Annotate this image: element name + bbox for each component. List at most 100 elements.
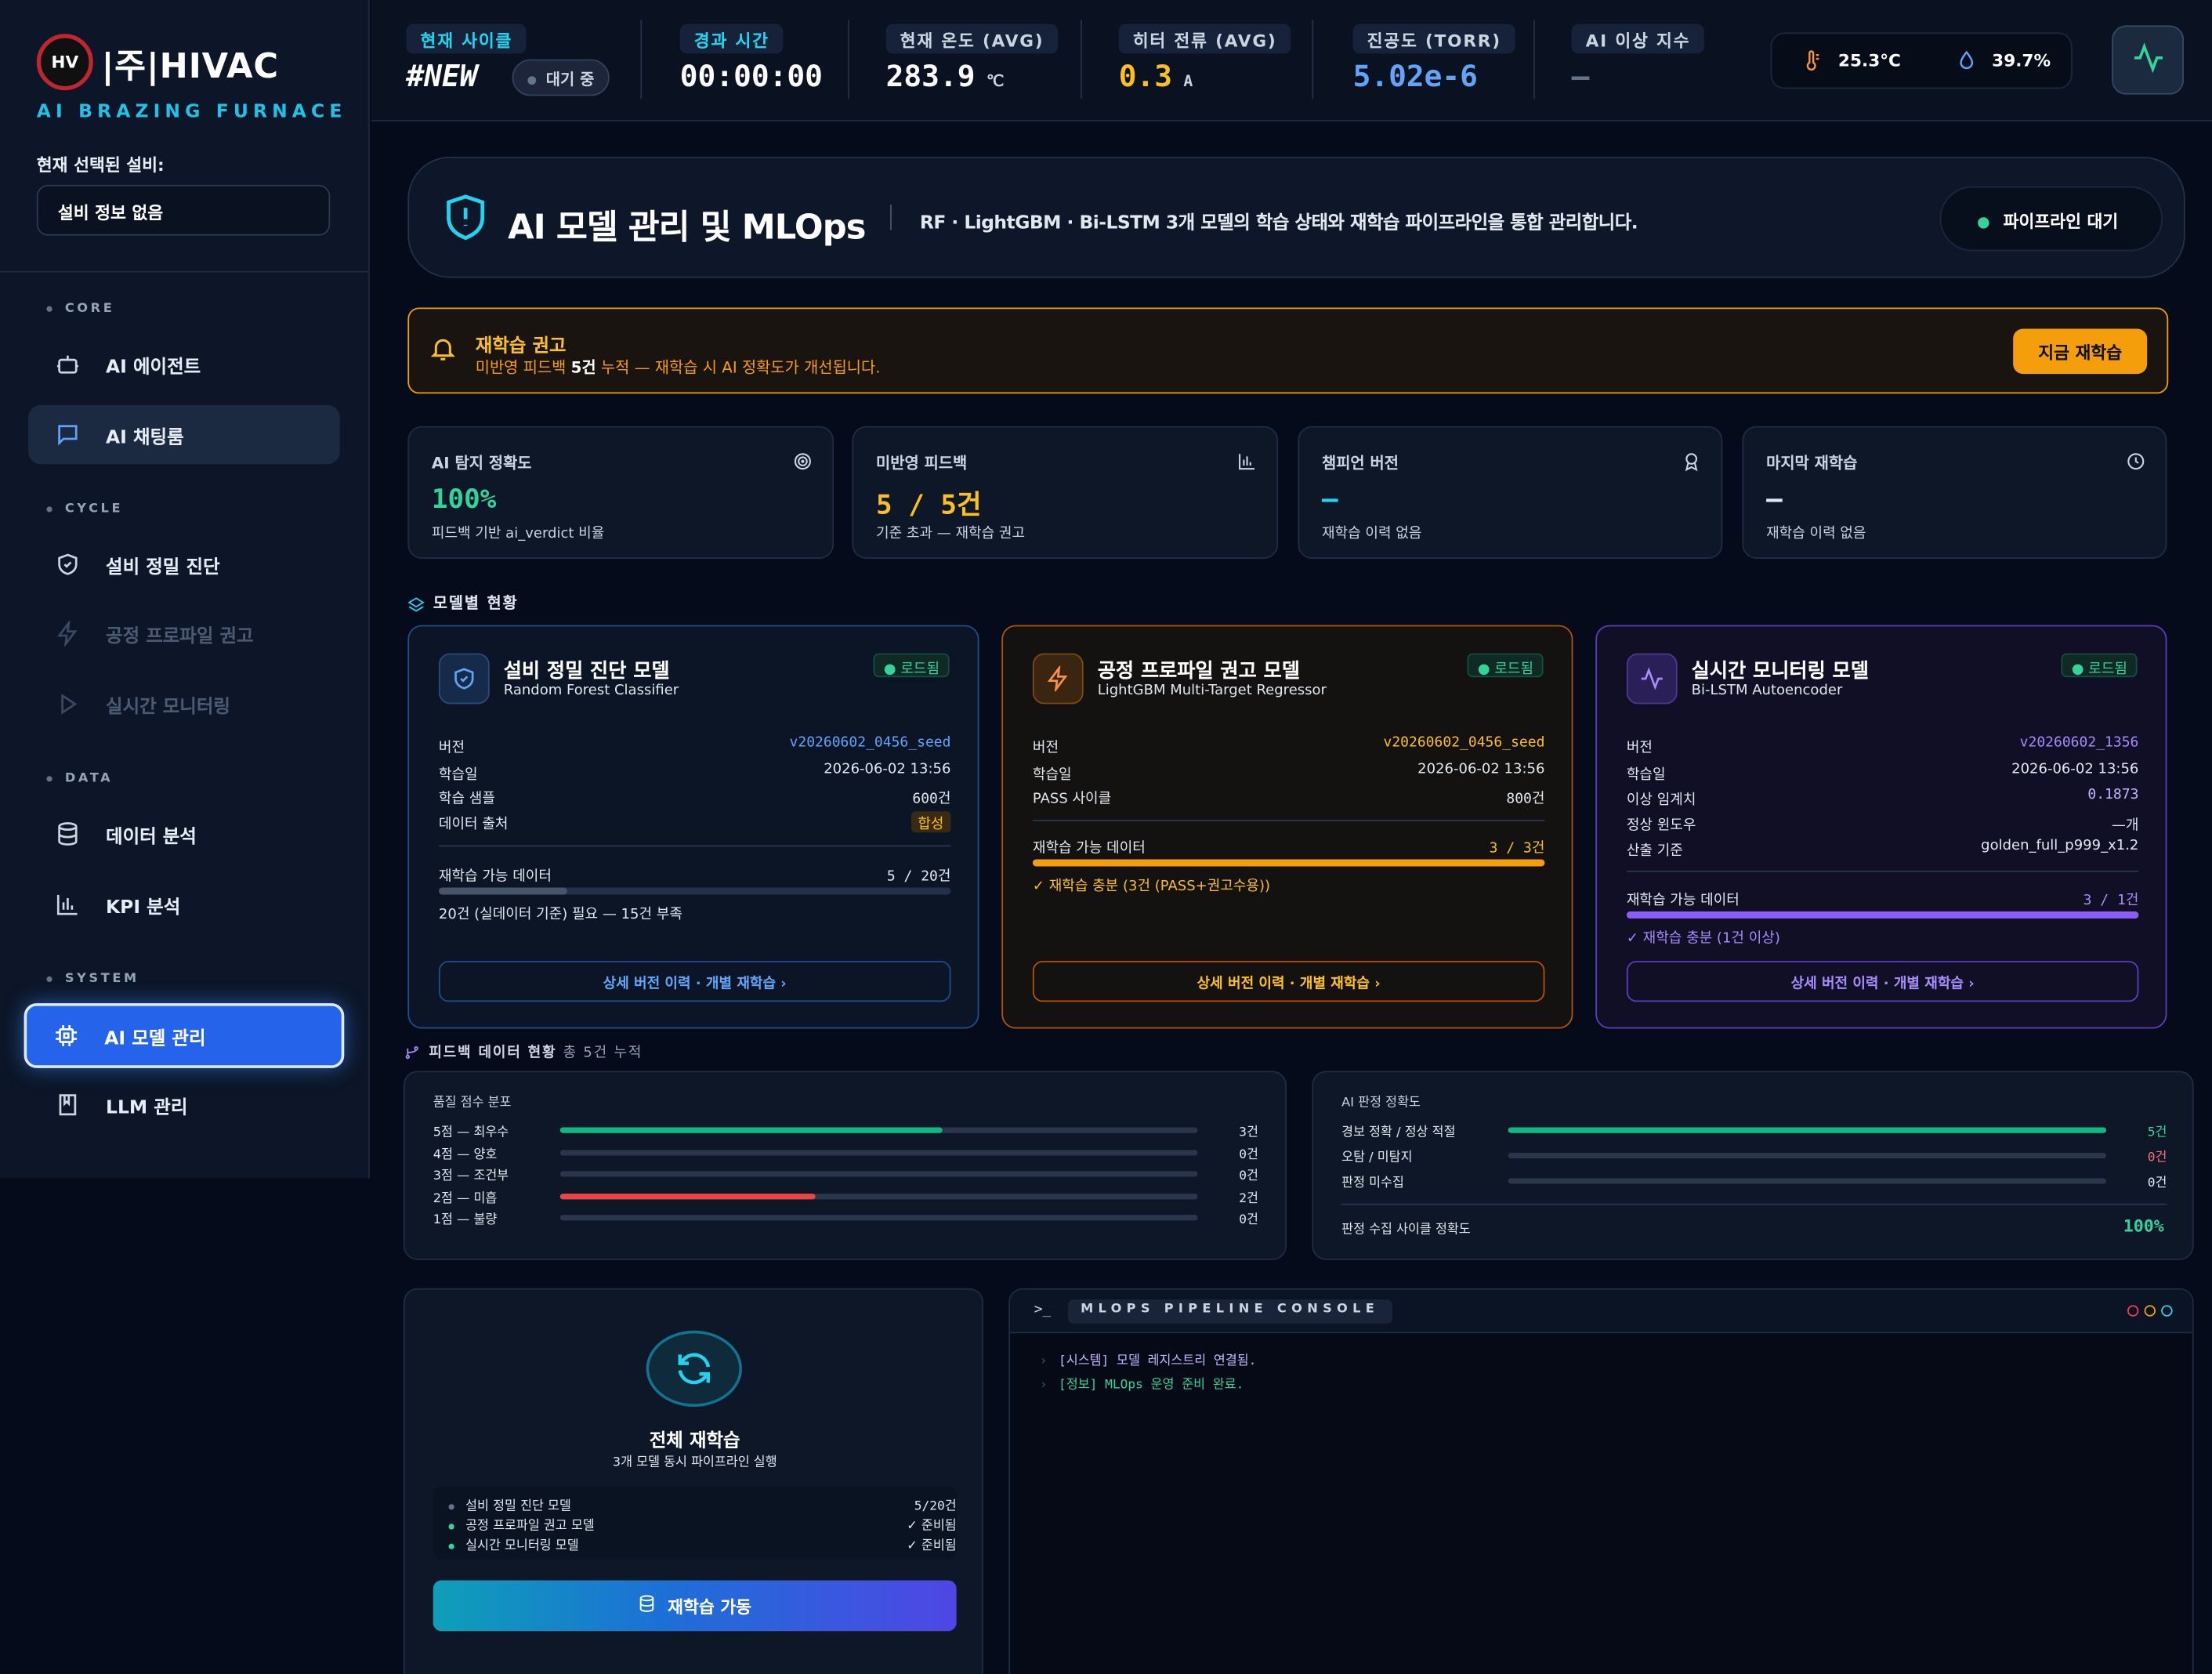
sidebar-item-ai-agent[interactable]: AI 에이전트 — [28, 335, 340, 394]
retrain-list-item: 실시간 모니터링 모델 ✓ 준비됨 — [448, 1535, 957, 1553]
sidebar-item-data-analysis[interactable]: 데이터 분석 — [28, 804, 340, 864]
weather-humidity: 39.7% — [1992, 50, 2051, 71]
divider — [438, 845, 951, 847]
retrain-now-button[interactable]: 지금 재학습 — [2013, 328, 2148, 375]
stat-card-pending-feedback: 미반영 피드백 5 / 5건 기준 초과 — 재학습 권고 — [852, 426, 1279, 559]
layers-icon — [407, 592, 425, 619]
shield-icon — [443, 192, 488, 248]
droplet-icon — [1955, 49, 1978, 76]
cycle-accuracy-label: 판정 수집 사이클 정확도 — [1341, 1223, 1471, 1237]
retrain-data-row: 재학습 가능 데이터 3 / 1건 — [1626, 893, 2139, 909]
stat-value: — — [1766, 484, 1783, 516]
equipment-select[interactable]: 설비 정보 없음 — [36, 184, 331, 236]
sidebar-item-realtime-monitor[interactable]: 실시간 모니터링 — [28, 675, 340, 734]
stat-sub: 재학습 이력 없음 — [1766, 526, 1866, 542]
retrain-all-subtitle: 3개 모델 동시 파이프라인 실행 — [612, 1456, 777, 1471]
stat-value: 5 / 5건 — [876, 489, 982, 521]
book-icon — [53, 1091, 81, 1119]
version-history-button[interactable]: 상세 버전 이력 · 개별 재학습 › — [1626, 961, 2139, 1002]
section-core: CORE — [46, 302, 114, 316]
sidebar-item-llm-management[interactable]: LLM 관리 — [28, 1075, 340, 1135]
shield-check-icon — [438, 653, 490, 705]
retrain-alert: 재학습 권고 미반영 피드백 5건 누적 — 재학습 시 AI 정확도가 개선됩… — [407, 307, 2169, 394]
section-cycle: CYCLE — [46, 502, 123, 516]
feedback-section-title: 피드백 데이터 현황 총 5건 누적 — [429, 1045, 643, 1061]
header-divider — [1081, 20, 1082, 100]
stat-label: AI 탐지 정확도 — [431, 454, 532, 473]
sidebar-item-ai-chat[interactable]: AI 채팅룸 — [28, 404, 340, 465]
bolt-icon — [1032, 653, 1084, 705]
retrain-progress-bar — [1626, 911, 2139, 919]
activity-icon — [2131, 40, 2165, 79]
minimize-dot-icon[interactable] — [2144, 1305, 2156, 1317]
version-history-button[interactable]: 상세 버전 이력 · 개별 재학습 › — [1032, 961, 1545, 1002]
brand-logo: |주|HIVAC — [101, 46, 280, 86]
score-row: 3점 — 조건부 0건 — [433, 1169, 1258, 1184]
pulse-monitor-button[interactable] — [2112, 25, 2185, 95]
shield-check-icon — [53, 550, 81, 578]
run-retrain-button[interactable]: 재학습 가동 — [433, 1580, 957, 1632]
stat-label: 챔피언 버전 — [1321, 454, 1399, 473]
score-row: 2점 — 미흡 2건 — [433, 1192, 1258, 1207]
sidebar-item-process-profile[interactable]: 공정 프로파일 권고 — [28, 604, 340, 664]
model-row-version: 버전 v20260602_0456_seed — [438, 735, 951, 757]
section-data: DATA — [46, 772, 113, 786]
cycle-value: #NEW — [406, 59, 478, 93]
close-dot-icon[interactable] — [2127, 1305, 2139, 1317]
retrain-progress-fill — [1032, 859, 1545, 867]
sidebar-item-diagnosis[interactable]: 설비 정밀 진단 — [28, 534, 340, 594]
retrain-data-row: 재학습 가능 데이터 5 / 20건 — [438, 869, 951, 885]
top-status-bar: 현재 사이클 #NEW 대기 중 경과 시간 00:00:00 현재 온도 (A… — [371, 0, 2212, 121]
stat-value: — — [1321, 484, 1338, 516]
retrain-list-item: 설비 정밀 진단 모델 5/20건 — [448, 1495, 957, 1514]
stat-sub: 재학습 이력 없음 — [1321, 526, 1422, 542]
retrain-note: 20건 (실데이터 기준) 필요 — 15건 부족 — [438, 907, 682, 923]
sidebar-item-ai-model-management[interactable]: AI 모델 관리 — [24, 1003, 345, 1068]
award-icon — [1682, 450, 1701, 476]
run-retrain-label: 재학습 가동 — [668, 1596, 752, 1617]
stat-card-accuracy: AI 탐지 정확도 100% 피드백 기반 ai_verdict 비율 — [407, 426, 834, 559]
thermometer-icon — [1800, 49, 1823, 76]
refresh-icon — [646, 1330, 743, 1407]
database-icon — [638, 1594, 656, 1617]
sidebar-item-label: AI 채팅룸 — [106, 426, 184, 448]
accuracy-title: AI 판정 정확도 — [1341, 1096, 1421, 1111]
model-title: 실시간 모니터링 모델 — [1691, 660, 1869, 683]
maximize-dot-icon[interactable] — [2161, 1305, 2173, 1317]
retrain-progress-fill — [438, 887, 567, 895]
terminal-icon: >_ — [1034, 1302, 1052, 1318]
vacuum-value: 5.02e-6 — [1352, 59, 1478, 93]
temperature-label: 현재 온도 (AVG) — [885, 24, 1059, 54]
retrain-all-list: 설비 정밀 진단 모델 5/20건 공정 프로파일 권고 모델 ✓ 준비됨 실시간 … — [433, 1485, 957, 1560]
sidebar-item-label: 공정 프로파일 권고 — [106, 625, 254, 647]
alert-title: 재학습 권고 — [475, 335, 567, 357]
version-history-button[interactable]: 상세 버전 이력 · 개별 재학습 › — [438, 961, 951, 1002]
heater-current-value: 0.3 A — [1118, 59, 1193, 93]
stat-sub: 피드백 기반 ai_verdict 비율 — [431, 526, 605, 542]
model-subtitle: Random Forest Classifier — [503, 683, 679, 699]
sidebar-item-label: 데이터 분석 — [106, 826, 197, 848]
retrain-note: ✓ 재학습 충분 (1건 이상) — [1626, 931, 1780, 948]
alert-message: 미반영 피드백 5건 누적 — 재학습 시 AI 정확도가 개선됩니다. — [475, 358, 881, 377]
cycle-label: 현재 사이클 — [406, 24, 527, 54]
model-subtitle: LightGBM Multi-Target Regressor — [1097, 683, 1327, 699]
stat-label: 미반영 피드백 — [876, 454, 968, 473]
elapsed-value: 00:00:00 — [679, 59, 823, 93]
stat-card-last-retrain: 마지막 재학습 — 재학습 이력 없음 — [1742, 426, 2167, 559]
retrain-list-item: 공정 프로파일 권고 모델 ✓ 준비됨 — [448, 1516, 957, 1534]
heater-current-label: 히터 전류 (AVG) — [1118, 24, 1291, 54]
score-row: 4점 — 양호 0건 — [433, 1148, 1258, 1163]
model-card-diagnosis: 설비 정밀 진단 모델 Random Forest Classifier ● 로… — [407, 625, 979, 1029]
vacuum-label: 진공도 (TORR) — [1352, 24, 1515, 54]
model-status-badge: ● 로드됨 — [1468, 653, 1544, 678]
sidebar-item-label: AI 에이전트 — [106, 356, 201, 378]
sidebar-item-label: AI 모델 관리 — [104, 1027, 206, 1049]
console-line: › [정보] MLOps 운영 준비 완료. — [1039, 1378, 1244, 1393]
sidebar-item-label: 설비 정밀 진단 — [106, 556, 220, 578]
chat-icon — [53, 421, 81, 449]
model-row-pass-cycles: PASS 사이클 800건 — [1032, 792, 1545, 807]
git-branch-icon — [404, 1040, 421, 1067]
sidebar-item-kpi-analysis[interactable]: KPI 분석 — [28, 875, 340, 934]
header-divider — [848, 20, 849, 100]
bell-icon — [429, 335, 457, 368]
